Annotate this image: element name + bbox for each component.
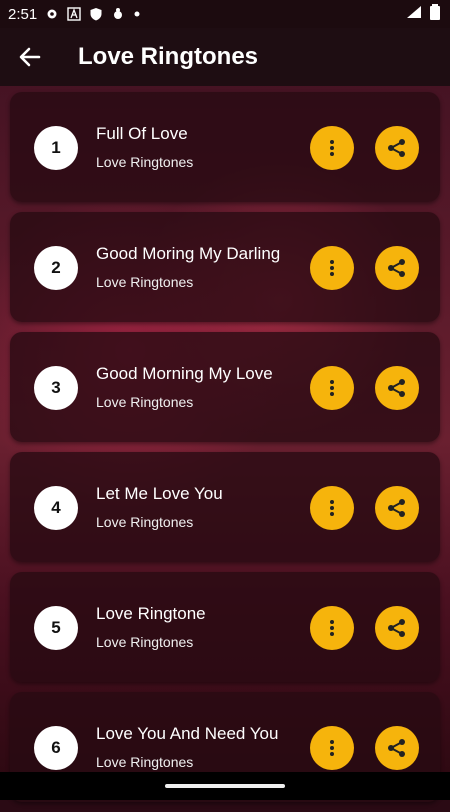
share-button[interactable]	[375, 126, 419, 170]
more-options-button[interactable]	[310, 606, 354, 650]
ringtone-number: 6	[34, 726, 78, 770]
gear-icon	[47, 9, 57, 19]
ringtone-list: 1 Full Of Love Love Ringtones 2 Good Moring …	[10, 92, 440, 812]
font-a-icon	[67, 7, 81, 21]
share-icon	[388, 379, 405, 397]
wifi-icon	[407, 6, 421, 18]
more-vertical-icon	[330, 620, 334, 636]
ringtone-subtitle: Love Ringtones	[96, 634, 194, 650]
app-bar: Love Ringtones	[0, 28, 450, 86]
ringtone-subtitle: Love Ringtones	[96, 514, 194, 530]
more-vertical-icon	[330, 380, 334, 396]
share-button[interactable]	[375, 726, 419, 770]
ringtone-title: Full Of Love	[96, 124, 188, 143]
share-button[interactable]	[375, 246, 419, 290]
status-time: 2:51	[8, 5, 38, 23]
ringtone-title: Good Moring My Darling	[96, 244, 281, 263]
more-vertical-icon	[330, 740, 334, 756]
ringtone-subtitle: Love Ringtones	[96, 394, 194, 410]
status-icons	[45, 7, 141, 21]
share-icon	[388, 499, 405, 517]
more-options-button[interactable]	[310, 126, 354, 170]
status-right-icons	[406, 4, 440, 20]
ringtone-title: Good Morning My Love	[96, 364, 273, 383]
ringtone-card[interactable]: 1 Full Of Love Love Ringtones	[10, 92, 440, 202]
share-button[interactable]	[375, 486, 419, 530]
ringtone-title: Love You And Need You	[96, 724, 279, 743]
ringtone-title: Love Ringtone	[96, 604, 206, 623]
share-icon	[388, 139, 405, 157]
home-gesture-pill[interactable]	[165, 784, 285, 788]
ringtone-subtitle: Love Ringtones	[96, 154, 194, 170]
ringtone-subtitle: Love Ringtones	[96, 274, 194, 290]
back-button[interactable]	[0, 28, 60, 86]
more-vertical-icon	[330, 260, 334, 276]
share-icon	[388, 259, 405, 277]
more-vertical-icon	[330, 140, 334, 156]
share-icon	[388, 619, 405, 637]
ringtone-number: 3	[34, 366, 78, 410]
more-options-button[interactable]	[310, 246, 354, 290]
battery-icon	[430, 4, 440, 20]
more-options-button[interactable]	[310, 726, 354, 770]
more-vertical-icon	[330, 500, 334, 516]
ringtone-card[interactable]: 5 Love Ringtone Love Ringtones	[10, 572, 440, 682]
ringtone-card[interactable]: 4 Let Me Love You Love Ringtones	[10, 452, 440, 562]
ringtone-card[interactable]: 3 Good Morning My Love Love Ringtones	[10, 332, 440, 442]
page-title: Love Ringtones	[78, 43, 259, 70]
ringtone-title: Let Me Love You	[96, 484, 223, 503]
system-nav-bar	[0, 772, 450, 800]
ringtone-number: 4	[34, 486, 78, 530]
ringtone-number: 2	[34, 246, 78, 290]
dot-icon	[134, 11, 140, 17]
share-icon	[388, 739, 405, 757]
share-button[interactable]	[375, 606, 419, 650]
shield-icon	[90, 8, 102, 21]
ringtone-card[interactable]: 2 Good Moring My Darling Love Ringtones	[10, 212, 440, 322]
ringtone-number: 1	[34, 126, 78, 170]
share-button[interactable]	[375, 366, 419, 410]
bug-icon	[114, 8, 123, 19]
more-options-button[interactable]	[310, 366, 354, 410]
ringtone-subtitle: Love Ringtones	[96, 754, 194, 770]
arrow-left-icon	[19, 47, 41, 67]
status-bar: 2:51	[0, 0, 450, 28]
more-options-button[interactable]	[310, 486, 354, 530]
ringtone-number: 5	[34, 606, 78, 650]
